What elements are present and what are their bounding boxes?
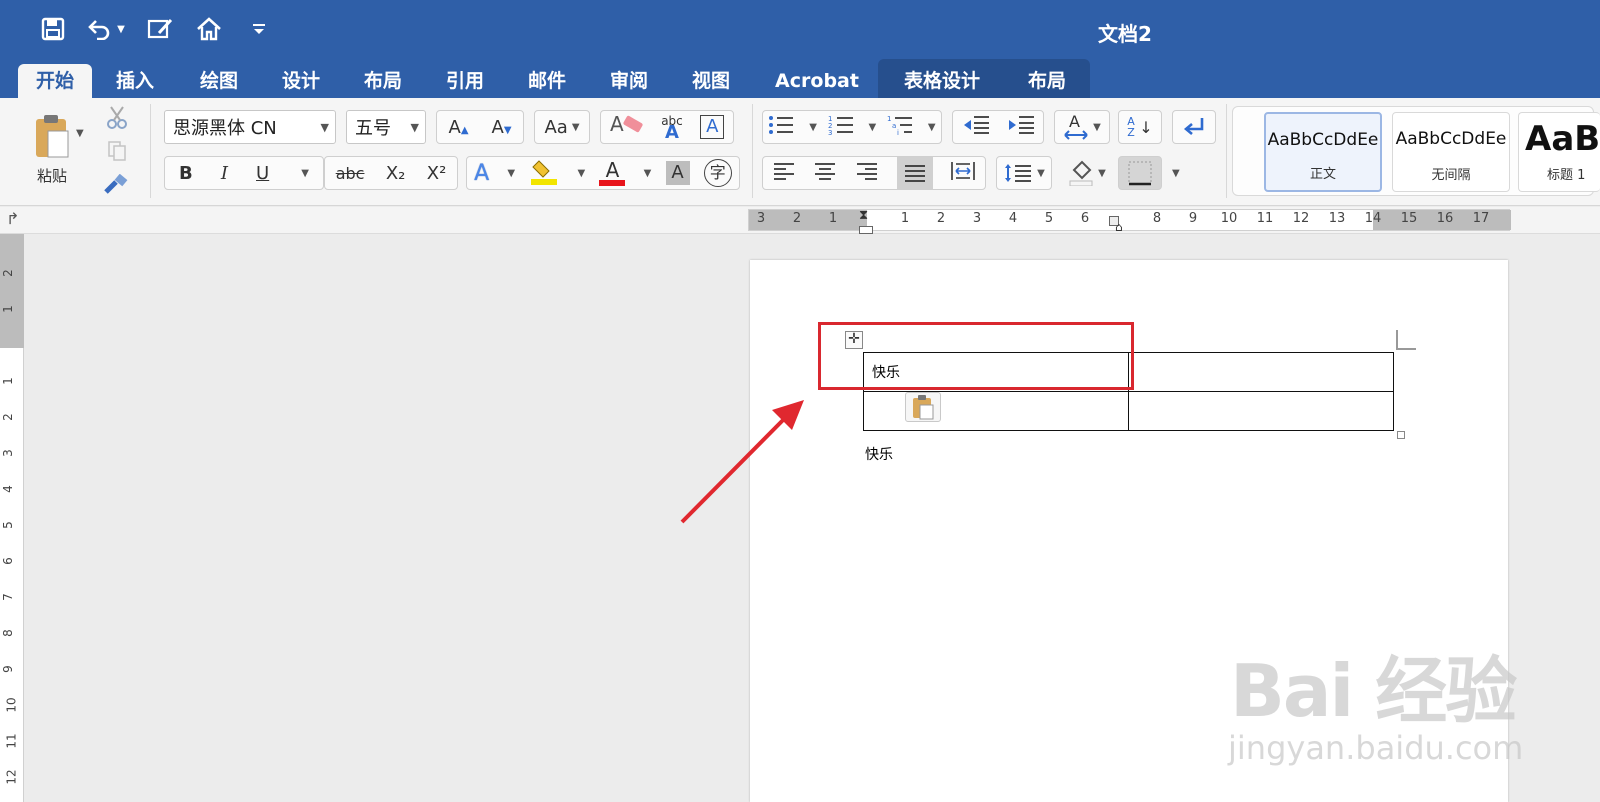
watermark-url: jingyan.baidu.com xyxy=(1228,729,1524,767)
watermark: Bai 经验 jingyan.baidu.com xyxy=(1228,632,1524,767)
watermark-logo: Bai 经验 xyxy=(1230,649,1517,733)
